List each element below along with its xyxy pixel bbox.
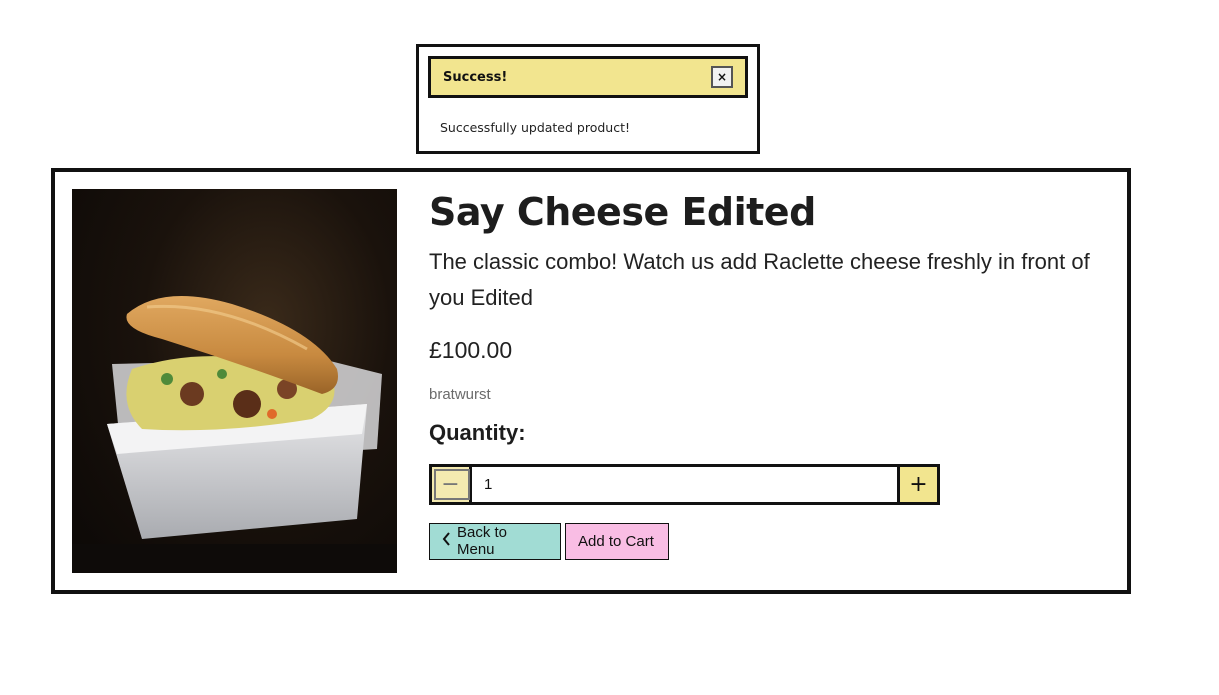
success-toast: Success! × Successfully updated product! — [416, 44, 760, 154]
back-to-menu-button[interactable]: Back to Menu — [429, 522, 561, 560]
product-category: bratwurst — [429, 385, 491, 403]
increment-button[interactable]: + — [897, 466, 937, 502]
product-image — [72, 189, 397, 573]
chevron-left-icon — [442, 532, 451, 550]
product-description: The classic combo! Watch us add Raclette… — [429, 248, 1090, 310]
page: Success! × Successfully updated product! — [0, 0, 1219, 695]
product-title: Say Cheese Edited — [429, 190, 816, 234]
product-card: Say Cheese Edited The classic combo! Wat… — [51, 168, 1131, 594]
toast-title: Success! — [443, 69, 508, 85]
add-to-cart-button[interactable]: Add to Cart — [565, 522, 669, 560]
product-info: Say Cheese Edited The classic combo! Wat… — [429, 190, 1119, 560]
toast-message: Successfully updated product! — [440, 120, 630, 135]
product-price: £100.00 — [429, 336, 513, 363]
decrement-button[interactable]: − — [432, 466, 472, 502]
action-buttons: Back to Menu Add to Cart — [429, 522, 1119, 560]
back-to-menu-label: Back to Menu — [457, 524, 508, 559]
toast-close-button[interactable]: × — [711, 66, 733, 88]
toast-header: Success! × — [428, 56, 748, 98]
add-to-cart-label: Add to Cart — [578, 532, 654, 550]
quantity-label: Quantity: — [429, 419, 526, 445]
quantity-stepper: − + — [429, 463, 940, 505]
quantity-input[interactable] — [472, 466, 897, 502]
